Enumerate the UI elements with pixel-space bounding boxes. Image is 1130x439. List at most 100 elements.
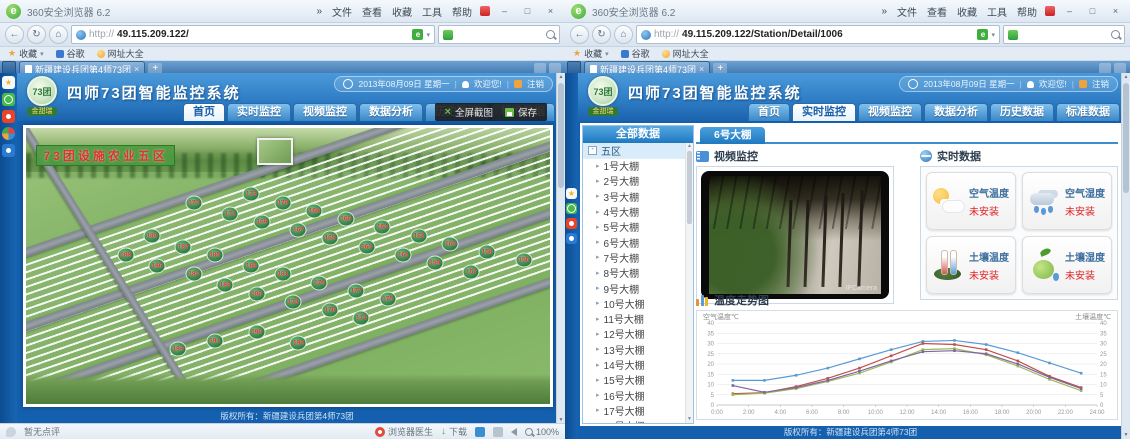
browser-menu-icon[interactable]	[480, 6, 490, 16]
fullscreen-capture-button[interactable]: ×全屏截图	[445, 105, 493, 119]
greenhouse-marker-192[interactable]: 192	[290, 336, 307, 351]
scroll-up-icon[interactable]: ▲	[687, 143, 692, 150]
greenhouse-marker-182[interactable]: 182	[217, 278, 234, 293]
expand-icon[interactable]: ▸	[596, 345, 600, 353]
nav-tab-数据分析[interactable]: 数据分析	[359, 103, 423, 121]
greenhouse-marker-160[interactable]: 160	[442, 236, 459, 251]
apps-icon[interactable]	[2, 144, 15, 157]
greenhouse-marker-169[interactable]: 169	[253, 214, 270, 229]
greenhouse-marker-180[interactable]: 180	[248, 286, 265, 301]
card-air-humidity[interactable]: 空气湿度未安装	[1022, 172, 1112, 230]
expand-icon[interactable]: ▸	[596, 208, 600, 216]
menu-tools[interactable]: 工具	[420, 4, 444, 19]
greenhouse-marker-190[interactable]: 190	[248, 325, 265, 340]
zoom-control[interactable]: 100%	[525, 427, 559, 437]
tree-item-14号大棚[interactable]: ▸14号大棚	[583, 357, 686, 372]
titlebar-right[interactable]: e 360安全浏览器 6.2 » 文件 查看 收藏 工具 帮助 – □ ×	[565, 0, 1130, 23]
refresh-button[interactable]: ↻	[592, 25, 611, 44]
camera-feed[interactable]: IPCamera	[701, 171, 889, 299]
menu-view[interactable]: 查看	[925, 4, 949, 19]
nav-tab-视频监控[interactable]: 视频监控	[293, 103, 357, 121]
search-engine-icon[interactable]	[443, 30, 453, 40]
greenhouse-marker-158[interactable]: 158	[479, 245, 496, 260]
search-box[interactable]	[1003, 25, 1125, 44]
speaker-icon[interactable]	[511, 428, 517, 436]
scrollbar-thumb[interactable]	[1123, 83, 1129, 193]
greenhouse-marker-178[interactable]: 178	[285, 294, 302, 309]
tree-item-9号大棚[interactable]: ▸9号大棚	[583, 280, 686, 295]
task-icon[interactable]	[493, 427, 503, 437]
logout-link[interactable]: 注销	[527, 78, 544, 90]
greenhouse-marker-170[interactable]: 170	[274, 195, 291, 210]
expand-icon[interactable]: ▸	[596, 315, 600, 323]
menu-overflow[interactable]: »	[879, 6, 889, 17]
greenhouse-marker-163[interactable]: 163	[358, 239, 375, 254]
bookmark-google[interactable]: 谷歌	[621, 47, 650, 60]
close-button[interactable]: ×	[542, 4, 559, 19]
tree-item-5号大棚[interactable]: ▸5号大棚	[583, 219, 686, 234]
expand-icon[interactable]: ▸	[596, 391, 600, 399]
address-bar[interactable]: http:// 49.115.209.122/ e ▾	[71, 25, 435, 44]
expand-icon[interactable]: ▸	[596, 269, 600, 277]
nav-tab-视频监控[interactable]: 视频监控	[858, 103, 922, 121]
expand-icon[interactable]: ▸	[596, 223, 600, 231]
expand-icon[interactable]: ▸	[596, 422, 600, 423]
sync-icon[interactable]	[475, 427, 485, 437]
scroll-up-icon[interactable]: ▲	[1124, 73, 1129, 81]
tree-item-11号大棚[interactable]: ▸11号大棚	[583, 311, 686, 326]
greenhouse-marker-184[interactable]: 184	[185, 267, 202, 282]
greenhouse-marker-159[interactable]: 159	[426, 256, 443, 271]
expand-icon[interactable]: ▸	[596, 162, 600, 170]
tree-item-4号大棚[interactable]: ▸4号大棚	[583, 204, 686, 219]
back-button[interactable]: ←	[5, 25, 24, 44]
history-panel-icon[interactable]	[566, 203, 577, 214]
favorites-panel-icon[interactable]: ★	[2, 76, 15, 89]
tree-item-17号大棚[interactable]: ▸17号大棚	[583, 403, 686, 418]
nav-tab-标准数据[interactable]: 标准数据	[1056, 103, 1120, 121]
tree-item-16号大棚[interactable]: ▸16号大棚	[583, 387, 686, 402]
greenhouse-marker-179[interactable]: 179	[311, 275, 328, 290]
greenhouse-marker-168[interactable]: 168	[306, 203, 323, 218]
speed-mode-icon[interactable]: e	[977, 29, 988, 40]
greenhouse-marker-181[interactable]: 181	[274, 267, 291, 282]
expand-icon[interactable]: ▸	[596, 376, 600, 384]
tree-item-3号大棚[interactable]: ▸3号大棚	[583, 189, 686, 204]
greenhouse-marker-188[interactable]: 188	[117, 247, 134, 262]
back-button[interactable]: ←	[570, 25, 589, 44]
scroll-up-icon[interactable]: ▲	[559, 73, 564, 81]
greenhouse-marker-173[interactable]: 173	[185, 195, 202, 210]
bookmark-favorites[interactable]: ★收藏▾	[8, 47, 44, 60]
bookmark-google[interactable]: 谷歌	[56, 47, 85, 60]
menu-tools[interactable]: 工具	[985, 4, 1009, 19]
bookmark-sites[interactable]: 网址大全	[97, 47, 144, 60]
titlebar-left[interactable]: e 360安全浏览器 6.2 » 文件 查看 收藏 工具 帮助 – □ ×	[0, 0, 565, 23]
home-button[interactable]: ⌂	[49, 25, 68, 44]
browser-menu-icon[interactable]	[1045, 6, 1055, 16]
greenhouse-marker-191[interactable]: 191	[206, 333, 223, 348]
greenhouse-marker-166[interactable]: 166	[337, 212, 354, 227]
greenhouse-marker-177[interactable]: 177	[348, 283, 365, 298]
greenhouse-marker-176[interactable]: 176	[321, 303, 338, 318]
apps-icon[interactable]	[566, 233, 577, 244]
greenhouse-tab[interactable]: 6号大棚	[700, 127, 765, 144]
scrollbar-thumb[interactable]	[558, 83, 564, 188]
greenhouse-marker-161[interactable]: 161	[395, 247, 412, 262]
refresh-button[interactable]: ↻	[27, 25, 46, 44]
expand-icon[interactable]: ▸	[596, 238, 600, 246]
speed-mode-icon[interactable]: e	[412, 29, 423, 40]
greenhouse-marker-189[interactable]: 189	[143, 228, 160, 243]
greenhouse-marker-164[interactable]: 164	[374, 220, 391, 235]
expand-icon[interactable]: ▸	[596, 361, 600, 369]
menu-favorites[interactable]: 收藏	[390, 4, 414, 19]
page-scrollbar[interactable]: ▲ ▼	[1121, 73, 1130, 439]
greenhouse-marker-175[interactable]: 175	[379, 292, 396, 307]
nav-tab-历史数据[interactable]: 历史数据	[990, 103, 1054, 121]
greenhouse-marker-156[interactable]: 156	[515, 253, 532, 268]
plugins-icon[interactable]	[2, 127, 15, 140]
nav-tab-实时监控[interactable]: 实时监控	[227, 103, 291, 121]
card-air-temperature[interactable]: 空气温度未安装	[926, 172, 1016, 230]
tree-root-node[interactable]: - 五区	[583, 143, 693, 159]
menu-overflow[interactable]: »	[314, 6, 324, 17]
menu-favorites[interactable]: 收藏	[955, 4, 979, 19]
favorites-panel-icon[interactable]: ★	[566, 188, 577, 199]
